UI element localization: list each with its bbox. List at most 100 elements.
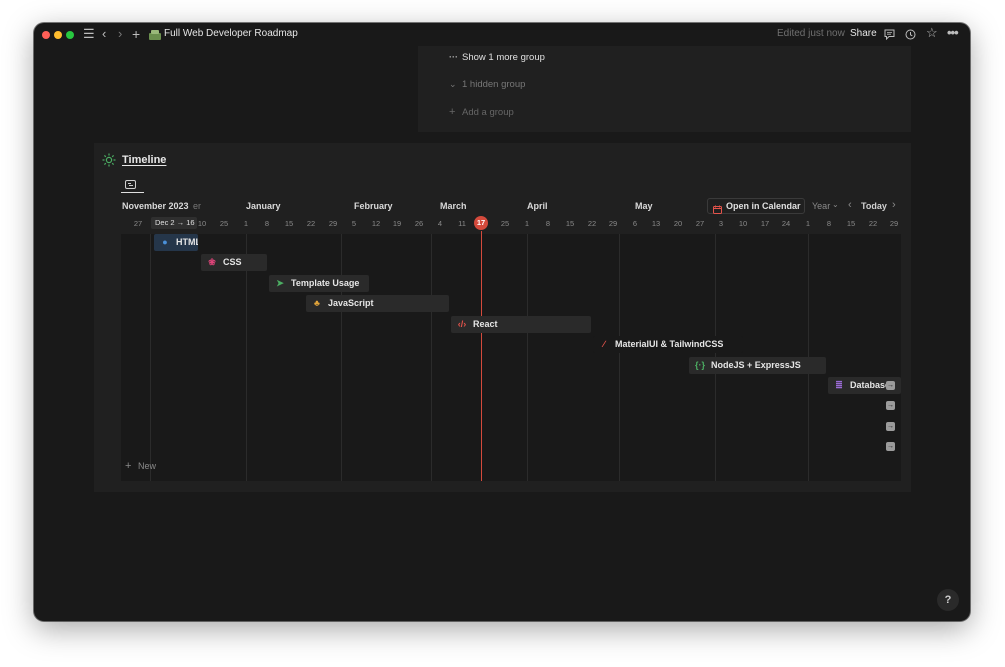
timeline-title[interactable]: Timeline [122, 154, 166, 166]
page-emoji-icon [149, 28, 161, 44]
help-button[interactable]: ? [937, 589, 959, 611]
favorite-star-icon[interactable]: ☆ [926, 25, 938, 41]
brush-icon: ∕ [603, 339, 605, 349]
hidden-group-toggle[interactable]: 1 hidden group [462, 79, 525, 91]
timeline-item-materialui[interactable]: ∕ MaterialUI & TailwindCSS [593, 336, 743, 353]
braces-icon: {·} [694, 360, 705, 370]
scroll-to-item-button[interactable]: → [886, 381, 895, 390]
month-label-may: May [635, 201, 653, 211]
day-tick: 8 [826, 219, 832, 228]
close-window-button[interactable] [42, 31, 50, 39]
scroll-to-item-button[interactable]: → [886, 422, 895, 431]
groups-panel: ··· Show 1 more group ⌄ 1 hidden group +… [418, 46, 911, 132]
day-tick: 20 [673, 219, 683, 228]
timeline-item-css[interactable]: ❀ CSS [201, 254, 267, 271]
day-tick: 13 [651, 219, 661, 228]
item-label: Database [850, 380, 891, 390]
month-divider [246, 234, 247, 481]
new-tab-icon[interactable]: + [132, 26, 140, 42]
day-tick: 22 [306, 219, 316, 228]
timeline-item-javascript[interactable]: ♣ JavaScript [306, 295, 449, 312]
date-range-highlight: Dec 2 → 16 [151, 217, 197, 229]
month-divider [150, 234, 151, 481]
history-icon[interactable] [905, 28, 916, 44]
add-group-button[interactable]: Add a group [462, 107, 514, 119]
day-tick: 17 [760, 219, 770, 228]
month-divider [619, 234, 620, 481]
sun-icon [102, 153, 116, 172]
forward-icon[interactable]: › [118, 26, 122, 42]
day-tick: 29 [328, 219, 338, 228]
globe-icon: ● [162, 237, 168, 247]
day-tick: 12 [371, 219, 381, 228]
day-tick: 27 [695, 219, 705, 228]
show-more-group-button[interactable]: Show 1 more group [462, 52, 545, 64]
add-icon: + [125, 460, 132, 472]
new-item-button[interactable]: New [138, 461, 156, 471]
day-tick: 10 [738, 219, 748, 228]
zoom-window-button[interactable] [66, 31, 74, 39]
people-icon: ♣ [314, 298, 320, 308]
share-button[interactable]: Share [850, 28, 877, 40]
day-tick: 26 [414, 219, 424, 228]
timeline-item-nodejs[interactable]: {·} NodeJS + ExpressJS [689, 357, 826, 374]
chevron-down-icon: ⌄ [449, 79, 457, 89]
timeline-item-html[interactable]: ● HTML [154, 234, 198, 251]
prev-period-icon[interactable]: ‹ [848, 199, 852, 211]
open-in-calendar-label: Open in Calendar [726, 201, 801, 211]
day-tick: 8 [264, 219, 270, 228]
more-dots-icon: ··· [449, 52, 458, 62]
page-title[interactable]: Full Web Developer Roadmap [164, 28, 298, 40]
day-tick: 22 [587, 219, 597, 228]
item-label: CSS [223, 257, 242, 267]
month-label-february: February [354, 201, 393, 211]
title-bar: ☰ ‹ › + Full Web Developer Roadmap Edite… [34, 23, 970, 46]
day-tick: 6 [632, 219, 638, 228]
day-tick: 22 [868, 219, 878, 228]
scroll-to-item-button[interactable]: → [886, 401, 895, 410]
day-tick: 5 [351, 219, 357, 228]
day-tick: 15 [846, 219, 856, 228]
item-label: Template Usage [291, 278, 360, 288]
day-tick: 24 [781, 219, 791, 228]
day-tick: 10 [197, 219, 207, 228]
date-range-label: Dec 2 → 16 [155, 218, 195, 227]
open-in-calendar-button[interactable]: Open in Calendar [707, 198, 805, 214]
database-icon: ≣ [835, 380, 843, 390]
item-label: HTML [176, 237, 198, 247]
scroll-to-item-button[interactable]: → [886, 442, 895, 451]
menu-icon[interactable]: ☰ [83, 26, 95, 42]
edited-status: Edited just now [777, 28, 845, 39]
add-icon: + [449, 106, 456, 118]
today-line [481, 231, 482, 481]
day-tick: 25 [500, 219, 510, 228]
month-divider [527, 234, 528, 481]
day-tick: 27 [133, 219, 143, 228]
day-tick: 25 [219, 219, 229, 228]
scale-select[interactable]: Year [812, 201, 830, 211]
comment-icon[interactable] [884, 28, 895, 44]
next-period-icon[interactable]: › [892, 199, 896, 211]
more-options-icon[interactable]: ••• [947, 25, 959, 41]
timeline-item-template-usage[interactable]: ➤ Template Usage [269, 275, 369, 292]
day-tick: 19 [392, 219, 402, 228]
day-tick: 29 [889, 219, 899, 228]
calendar-icon [713, 201, 722, 219]
back-icon[interactable]: ‹ [102, 26, 106, 42]
minimize-window-button[interactable] [54, 31, 62, 39]
day-tick: 8 [545, 219, 551, 228]
day-tick: 1 [805, 219, 811, 228]
item-label: JavaScript [328, 298, 374, 308]
app-window: ☰ ‹ › + Full Web Developer Roadmap Edite… [34, 23, 970, 621]
day-tick: 4 [437, 219, 443, 228]
today-button[interactable]: Today [861, 201, 887, 211]
month-label-truncated: er [193, 201, 202, 211]
timeline-item-react[interactable]: ‹/› React [451, 316, 591, 333]
day-tick: 15 [284, 219, 294, 228]
timeline-view: Timeline November 2023 er January Februa… [94, 143, 911, 492]
month-divider [431, 234, 432, 481]
month-divider [341, 234, 342, 481]
palette-icon: ❀ [208, 257, 216, 267]
day-tick: 1 [524, 219, 530, 228]
active-tab-underline [121, 192, 144, 193]
